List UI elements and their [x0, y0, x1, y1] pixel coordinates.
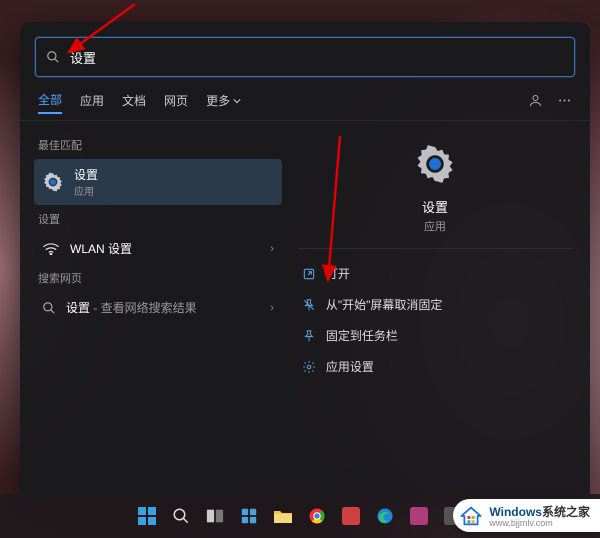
- action-pin-taskbar[interactable]: 固定到任务栏: [298, 321, 572, 350]
- chrome-button[interactable]: [304, 503, 330, 529]
- action-open[interactable]: 打开: [298, 259, 572, 288]
- action-label: 应用设置: [326, 358, 374, 375]
- best-match-label: 最佳匹配: [38, 137, 278, 153]
- watermark-url: www.bjjmlv.com: [489, 518, 590, 528]
- preview-header: 设置 应用: [298, 143, 572, 249]
- unpin-icon: [302, 298, 316, 312]
- result-web-search[interactable]: 设置 - 查看网络搜索结果 ›: [34, 292, 282, 323]
- search-icon: [42, 301, 56, 315]
- action-label: 从"开始"屏幕取消固定: [326, 296, 443, 313]
- task-view-button[interactable]: [202, 503, 228, 529]
- filter-tabs: 全部 应用 文档 网页 更多: [20, 77, 590, 121]
- start-search-panel: 全部 应用 文档 网页 更多 最佳匹配 设置 应用 设置: [20, 22, 590, 502]
- preview-actions: 打开 从"开始"屏幕取消固定 固定到任务栏 应用设置: [298, 259, 572, 381]
- tab-all[interactable]: 全部: [38, 87, 62, 114]
- explorer-button[interactable]: [270, 503, 296, 529]
- result-title: 设置: [74, 166, 98, 183]
- house-icon: [459, 504, 483, 528]
- edge-button[interactable]: [372, 503, 398, 529]
- taskbar-search-button[interactable]: [168, 503, 194, 529]
- result-title: 设置 - 查看网络搜索结果: [66, 299, 197, 316]
- result-settings-app[interactable]: 设置 应用: [34, 159, 282, 205]
- tab-apps[interactable]: 应用: [80, 88, 104, 113]
- action-unpin-start[interactable]: 从"开始"屏幕取消固定: [298, 290, 572, 319]
- gear-icon: [414, 143, 456, 185]
- app-button-2[interactable]: [406, 503, 432, 529]
- search-icon: [46, 50, 60, 64]
- chevron-right-icon: ›: [270, 302, 274, 314]
- result-subtitle: 应用: [74, 183, 98, 198]
- chevron-right-icon: ›: [270, 243, 274, 255]
- action-label: 打开: [326, 265, 350, 282]
- account-icon[interactable]: [528, 93, 543, 108]
- open-icon: [302, 267, 316, 281]
- action-app-settings[interactable]: 应用设置: [298, 352, 572, 381]
- preview-subtitle: 应用: [424, 218, 446, 234]
- tab-more-label: 更多: [206, 92, 230, 109]
- gear-icon: [42, 171, 64, 193]
- app-button[interactable]: [338, 503, 364, 529]
- wifi-icon: [42, 243, 60, 255]
- search-input[interactable]: [68, 49, 564, 66]
- widgets-button[interactable]: [236, 503, 262, 529]
- watermark-brand: Windows: [489, 505, 542, 519]
- preview-column: 设置 应用 打开 从"开始"屏幕取消固定 固定到任务栏 应用设: [288, 121, 590, 501]
- preview-title: 设置: [422, 197, 448, 216]
- chevron-down-icon: [233, 97, 241, 105]
- results-column: 最佳匹配 设置 应用 设置 WLAN 设置 › 搜索网页 设置 - 查看网络搜索…: [20, 121, 288, 501]
- watermark: Windows系统之家 www.bjjmlv.com: [453, 499, 600, 532]
- result-wlan-settings[interactable]: WLAN 设置 ›: [34, 233, 282, 264]
- web-group-label: 搜索网页: [38, 270, 278, 286]
- watermark-suffix: 系统之家: [542, 505, 590, 519]
- search-box[interactable]: [35, 37, 575, 77]
- tab-web[interactable]: 网页: [164, 88, 188, 113]
- settings-group-label: 设置: [38, 211, 278, 227]
- result-title: WLAN 设置: [70, 240, 132, 257]
- pin-taskbar-icon: [302, 329, 316, 343]
- tab-documents[interactable]: 文档: [122, 88, 146, 113]
- tab-more[interactable]: 更多: [206, 88, 241, 113]
- more-options-icon[interactable]: [557, 93, 572, 108]
- app-settings-icon: [302, 360, 316, 374]
- action-label: 固定到任务栏: [326, 327, 398, 344]
- start-button[interactable]: [134, 503, 160, 529]
